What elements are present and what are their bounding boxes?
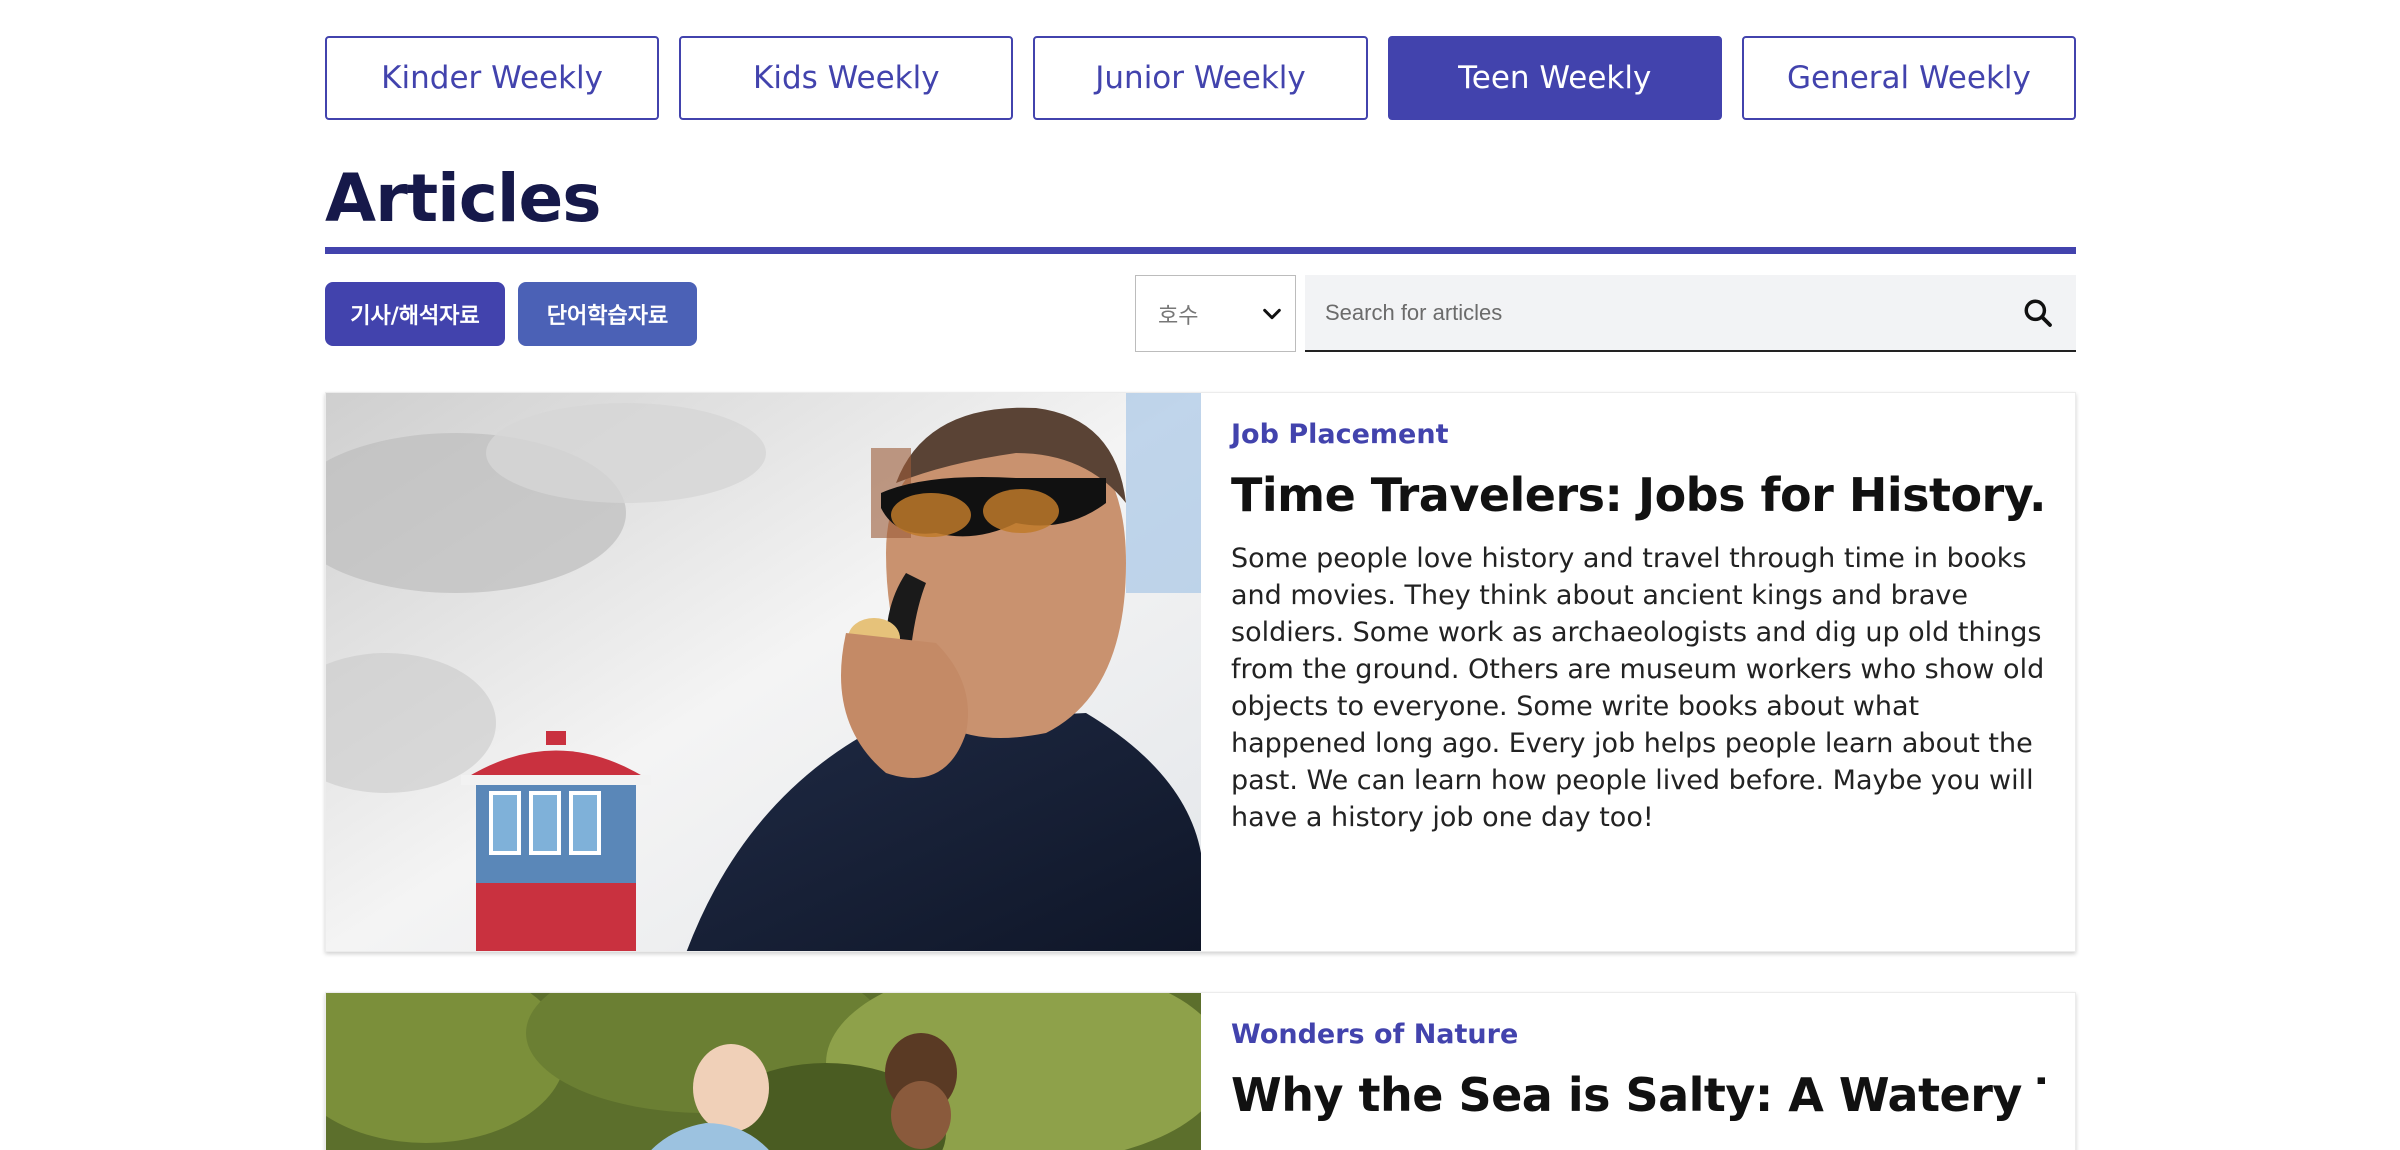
article-body: Job Placement Time Travelers: Jobs for H… (1231, 393, 2045, 836)
issue-select[interactable]: 호수 (1135, 275, 1296, 352)
article-title[interactable]: Time Travelers: Jobs for History... (1231, 468, 2045, 522)
article-summary: Some people love history and travel thro… (1231, 543, 2045, 833)
title-divider (325, 247, 2076, 254)
article-title[interactable]: Why the Sea is Salty: A Watery Tale (1231, 1068, 2045, 1122)
search-icon[interactable] (2022, 297, 2054, 329)
tab-teen-weekly[interactable]: Teen Weekly (1387, 36, 1722, 120)
tab-kinder-weekly[interactable]: Kinder Weekly (325, 36, 660, 120)
tab-kids-weekly[interactable]: Kids Weekly (679, 36, 1014, 120)
article-thumbnail (326, 393, 1201, 951)
tab-general-weekly[interactable]: General Weekly (1741, 36, 2077, 120)
search-box (1305, 275, 2076, 352)
article-card[interactable]: Job Placement Time Travelers: Jobs for H… (325, 392, 2076, 952)
article-body: Wonders of Nature Why the Sea is Salty: … (1231, 993, 2045, 1122)
chevron-down-icon (1263, 308, 1281, 320)
search-input[interactable] (1305, 275, 2005, 350)
article-category[interactable]: Job Placement (1231, 419, 2045, 450)
page-title: Articles (325, 160, 602, 237)
issue-select-value: 호수 (1158, 303, 1199, 329)
tab-junior-weekly[interactable]: Junior Weekly (1033, 36, 1368, 120)
weekly-tabs: Kinder Weekly Kids Weekly Junior Weekly … (325, 36, 2077, 120)
article-category[interactable]: Wonders of Nature (1231, 1019, 2045, 1050)
article-card[interactable]: Wonders of Nature Why the Sea is Salty: … (325, 992, 2076, 1150)
vocab-material-button[interactable]: 단어학습자료 (518, 282, 697, 346)
articles-material-button[interactable]: 기사/해석자료 (325, 282, 505, 346)
article-thumbnail (326, 993, 1201, 1150)
